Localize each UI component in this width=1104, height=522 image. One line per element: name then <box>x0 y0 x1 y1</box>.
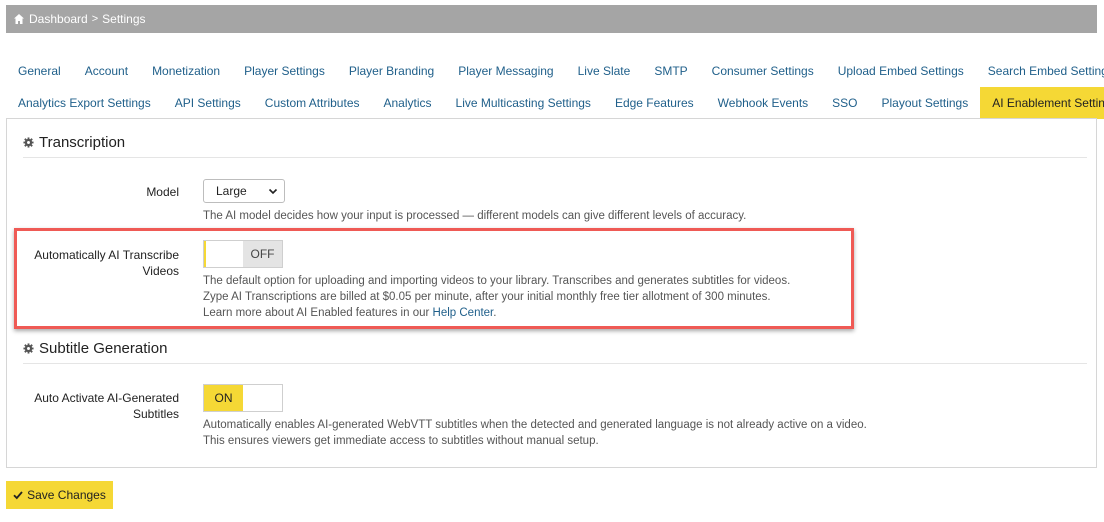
breadcrumb-current: Settings <box>102 12 146 26</box>
subtitle-divider <box>23 363 1087 364</box>
transcription-divider <box>23 157 1087 158</box>
toggle-state-on: ON <box>204 385 243 411</box>
auto-subtitles-help-1: Automatically enables AI-generated WebVT… <box>203 419 867 431</box>
home-icon <box>14 14 24 24</box>
auto-subtitles-label-line-2: Subtitles <box>132 407 179 421</box>
auto-subtitles-label: Auto Activate AI-Generated Subtitles <box>7 390 179 422</box>
settings-tabs-row-2: Analytics Export Settings API Settings C… <box>6 87 1104 119</box>
tab-playout-settings[interactable]: Playout Settings <box>870 87 981 119</box>
tab-live-slate[interactable]: Live Slate <box>566 55 643 87</box>
breadcrumb-dashboard-link[interactable]: Dashboard <box>29 12 88 26</box>
breadcrumb: Dashboard > Settings <box>6 5 1097 33</box>
tab-player-branding[interactable]: Player Branding <box>337 55 446 87</box>
tab-custom-attributes[interactable]: Custom Attributes <box>253 87 372 119</box>
model-select-value: Large <box>216 184 247 198</box>
subtitle-section-title: Subtitle Generation <box>23 340 167 357</box>
transcription-title-text: Transcription <box>39 134 126 151</box>
tab-monetization[interactable]: Monetization <box>140 55 232 87</box>
tab-analytics[interactable]: Analytics <box>372 87 444 119</box>
tab-smtp[interactable]: SMTP <box>642 55 699 87</box>
tab-player-settings[interactable]: Player Settings <box>232 55 337 87</box>
tab-account[interactable]: Account <box>73 55 140 87</box>
settings-tabs-row-1: General Account Monetization Player Sett… <box>6 55 1104 87</box>
model-label: Model <box>146 185 179 199</box>
tab-api-settings[interactable]: API Settings <box>163 87 253 119</box>
save-changes-label: Save Changes <box>27 488 106 502</box>
tab-upload-embed-settings[interactable]: Upload Embed Settings <box>826 55 976 87</box>
transcription-section-title: Transcription <box>23 134 125 151</box>
auto-subtitles-toggle[interactable]: ON <box>203 384 283 412</box>
model-select[interactable]: Large <box>203 179 285 203</box>
highlight-box <box>14 228 854 329</box>
auto-subtitles-label-line-1: Auto Activate AI-Generated <box>34 391 179 405</box>
tab-live-multicasting-settings[interactable]: Live Multicasting Settings <box>444 87 603 119</box>
tab-webhook-events[interactable]: Webhook Events <box>706 87 821 119</box>
tab-search-embed-settings[interactable]: Search Embed Settings <box>976 55 1104 87</box>
tab-general[interactable]: General <box>6 55 73 87</box>
save-changes-button[interactable]: Save Changes <box>6 481 113 509</box>
tab-player-messaging[interactable]: Player Messaging <box>446 55 565 87</box>
toggle-knob <box>243 385 282 411</box>
gear-icon <box>23 343 34 354</box>
tab-ai-enablement-settings[interactable]: AI Enablement Settings <box>980 87 1104 119</box>
checkmark-icon <box>13 491 23 500</box>
chevron-down-icon <box>268 188 278 195</box>
tab-edge-features[interactable]: Edge Features <box>603 87 706 119</box>
tab-consumer-settings[interactable]: Consumer Settings <box>700 55 826 87</box>
tab-sso[interactable]: SSO <box>820 87 869 119</box>
auto-subtitles-help-2: This ensures viewers get immediate acces… <box>203 435 599 447</box>
model-help-text: The AI model decides how your input is p… <box>203 210 747 222</box>
tab-analytics-export-settings[interactable]: Analytics Export Settings <box>6 87 163 119</box>
subtitle-title-text: Subtitle Generation <box>39 340 168 357</box>
breadcrumb-separator: > <box>91 13 99 25</box>
gear-icon <box>23 137 34 148</box>
